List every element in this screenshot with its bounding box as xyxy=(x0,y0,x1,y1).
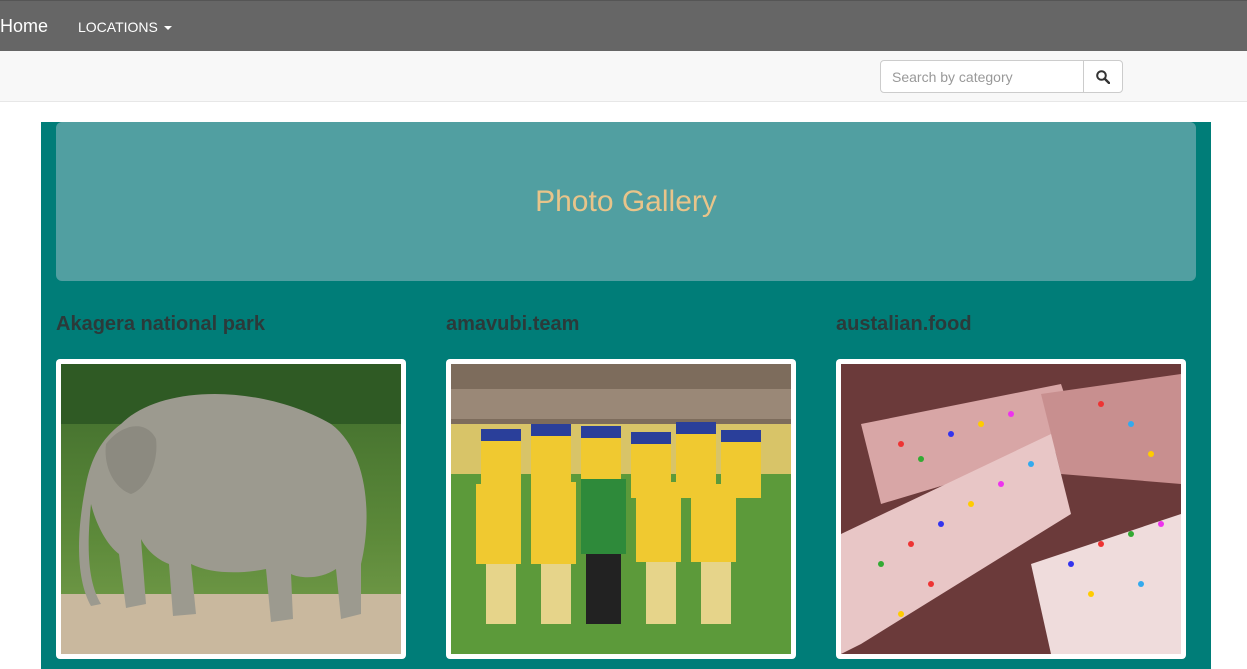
card-title: austalian.food xyxy=(836,313,972,335)
home-link[interactable]: Home xyxy=(0,16,48,37)
card-title: amavubi.team xyxy=(446,313,580,335)
gallery-card-australian-food: austalian.food xyxy=(836,312,1196,659)
search-bar xyxy=(0,51,1247,102)
gallery-card-akagera: Akagera national park xyxy=(56,312,416,659)
card-title: Akagera national park xyxy=(56,313,265,335)
caret-down-icon xyxy=(163,26,172,31)
gallery-container: Photo Gallery Akagera national park amav… xyxy=(41,122,1211,669)
jumbotron: Photo Gallery xyxy=(56,122,1196,281)
locations-dropdown[interactable]: LOCATIONS xyxy=(78,19,172,35)
thumbnail[interactable] xyxy=(446,359,796,659)
gallery-card-amavubi: amavubi.team xyxy=(446,312,806,659)
elephant-image xyxy=(61,364,401,654)
thumbnail[interactable] xyxy=(56,359,406,659)
locations-label: LOCATIONS xyxy=(78,19,158,35)
page-title: Photo Gallery xyxy=(535,184,717,218)
search-input[interactable] xyxy=(880,60,1084,93)
football-team-image xyxy=(451,364,791,654)
search-button[interactable] xyxy=(1083,60,1123,93)
thumbnail[interactable] xyxy=(836,359,1186,659)
search-icon xyxy=(1096,69,1110,84)
top-navbar: Home LOCATIONS xyxy=(0,0,1247,51)
fairy-bread-image xyxy=(841,364,1181,654)
